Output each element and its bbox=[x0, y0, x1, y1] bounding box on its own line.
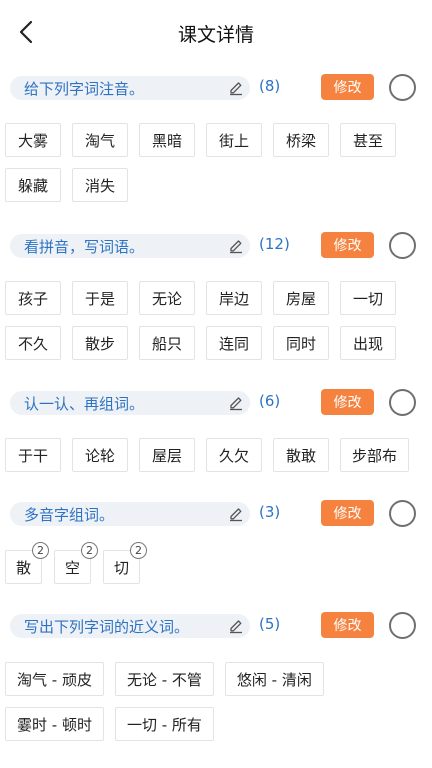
section-title-pill[interactable]: 认一认、再组词。 bbox=[10, 391, 250, 415]
section-title-pill[interactable]: 写出下列字词的近义词。 bbox=[10, 614, 250, 638]
reading-count-badge: 2 bbox=[32, 542, 49, 559]
pencil-icon[interactable] bbox=[228, 395, 244, 411]
word-chip[interactable]: 散步 bbox=[72, 326, 128, 360]
pencil-icon[interactable] bbox=[228, 80, 244, 96]
synonym-chip[interactable]: 淘气 - 顽皮 bbox=[5, 662, 104, 696]
section-header: 认一认、再组词。 (6) 修改 bbox=[0, 389, 432, 419]
section-header: 给下列字词注音。 (8) 修改 bbox=[0, 74, 432, 104]
word-chip[interactable]: 淘气 bbox=[72, 123, 128, 157]
edit-button[interactable]: 修改 bbox=[321, 612, 374, 638]
item-count: (5) bbox=[259, 615, 281, 633]
select-radio[interactable] bbox=[389, 612, 416, 639]
word-chip[interactable]: 同时 bbox=[273, 326, 329, 360]
polyphonic-list: 散 2 空 2 切 2 bbox=[5, 542, 152, 584]
select-radio[interactable] bbox=[389, 74, 416, 101]
section-title: 多音字组词。 bbox=[24, 506, 115, 524]
pencil-icon[interactable] bbox=[228, 238, 244, 254]
word-chip[interactable]: 街上 bbox=[206, 123, 262, 157]
reading-count-badge: 2 bbox=[81, 542, 98, 559]
pencil-icon[interactable] bbox=[228, 618, 244, 634]
word-chip[interactable]: 久欠 bbox=[206, 438, 262, 472]
section-title-pill[interactable]: 给下列字词注音。 bbox=[10, 76, 250, 100]
word-chip[interactable]: 黑暗 bbox=[139, 123, 195, 157]
page-title: 课文详情 bbox=[177, 24, 254, 46]
polyphonic-chip[interactable]: 切 2 bbox=[103, 542, 147, 584]
edit-button[interactable]: 修改 bbox=[321, 500, 374, 526]
polyphonic-char: 散 bbox=[15, 558, 31, 577]
pencil-icon[interactable] bbox=[228, 506, 244, 522]
word-chip[interactable]: 船只 bbox=[139, 326, 195, 360]
word-chip[interactable]: 论轮 bbox=[72, 438, 128, 472]
edit-button[interactable]: 修改 bbox=[321, 74, 374, 100]
section-pinyin-writing: 看拼音，写词语。 (12) 修改 孩子 于是 无论 岸边 房屋 一切 不久 散步… bbox=[0, 232, 432, 360]
word-chip[interactable]: 出现 bbox=[340, 326, 396, 360]
word-chip[interactable]: 躲藏 bbox=[5, 168, 61, 202]
word-chip[interactable]: 消失 bbox=[72, 168, 128, 202]
item-count: (8) bbox=[259, 77, 281, 95]
word-chip[interactable]: 孩子 bbox=[5, 281, 61, 315]
polyphonic-char: 切 bbox=[113, 558, 129, 577]
synonym-chip[interactable]: 一切 - 所有 bbox=[114, 707, 214, 741]
word-chip[interactable]: 于干 bbox=[5, 438, 61, 472]
reading-count-badge: 2 bbox=[130, 542, 147, 559]
word-chip[interactable]: 于是 bbox=[72, 281, 128, 315]
select-radio[interactable] bbox=[389, 500, 416, 527]
word-chip[interactable]: 无论 bbox=[139, 281, 195, 315]
item-count: (12) bbox=[259, 235, 290, 253]
select-radio[interactable] bbox=[389, 232, 416, 259]
word-list: 于干 论轮 屋层 久欠 散敢 步部布 bbox=[5, 438, 425, 483]
header: 课文详情 bbox=[0, 0, 432, 64]
section-title: 认一认、再组词。 bbox=[24, 395, 145, 413]
section-recognize: 认一认、再组词。 (6) 修改 于干 论轮 屋层 久欠 散敢 步部布 bbox=[0, 389, 432, 472]
word-chip[interactable]: 不久 bbox=[5, 326, 61, 360]
section-header: 多音字组词。 (3) 修改 bbox=[0, 500, 432, 530]
polyphonic-chip[interactable]: 空 2 bbox=[54, 542, 98, 584]
word-chip[interactable]: 一切 bbox=[340, 281, 396, 315]
word-chip[interactable]: 散敢 bbox=[273, 438, 329, 472]
section-header: 看拼音，写词语。 (12) 修改 bbox=[0, 232, 432, 262]
edit-button[interactable]: 修改 bbox=[321, 389, 374, 415]
section-header: 写出下列字词的近义词。 (5) 修改 bbox=[0, 612, 432, 642]
section-phonetic: 给下列字词注音。 (8) 修改 大雾 淘气 黑暗 街上 桥梁 甚至 躲藏 消失 bbox=[0, 74, 432, 202]
word-chip[interactable]: 岸边 bbox=[206, 281, 262, 315]
word-chip[interactable]: 桥梁 bbox=[273, 123, 329, 157]
synonym-chip[interactable]: 霎时 - 顿时 bbox=[5, 707, 104, 741]
word-chip[interactable]: 大雾 bbox=[5, 123, 61, 157]
word-chip[interactable]: 房屋 bbox=[273, 281, 329, 315]
word-list: 大雾 淘气 黑暗 街上 桥梁 甚至 躲藏 消失 bbox=[5, 123, 425, 213]
section-polyphonic: 多音字组词。 (3) 修改 散 2 空 2 切 2 bbox=[0, 500, 432, 584]
section-title: 看拼音，写词语。 bbox=[24, 238, 145, 256]
section-title: 写出下列字词的近义词。 bbox=[24, 618, 190, 636]
synonym-chip[interactable]: 无论 - 不管 bbox=[114, 662, 214, 696]
select-radio[interactable] bbox=[389, 389, 416, 416]
word-chip[interactable]: 屋层 bbox=[139, 438, 195, 472]
section-title-pill[interactable]: 多音字组词。 bbox=[10, 502, 250, 526]
section-synonyms: 写出下列字词的近义词。 (5) 修改 淘气 - 顽皮 无论 - 不管 悠闲 - … bbox=[0, 612, 432, 741]
synonym-list: 淘气 - 顽皮 无论 - 不管 悠闲 - 清闲 霎时 - 顿时 一切 - 所有 bbox=[5, 662, 425, 752]
item-count: (3) bbox=[259, 503, 281, 521]
polyphonic-char: 空 bbox=[64, 558, 80, 577]
item-count: (6) bbox=[259, 392, 281, 410]
polyphonic-chip[interactable]: 散 2 bbox=[5, 542, 49, 584]
synonym-chip[interactable]: 悠闲 - 清闲 bbox=[224, 662, 324, 696]
word-list: 孩子 于是 无论 岸边 房屋 一切 不久 散步 船只 连同 同时 出现 bbox=[5, 281, 425, 371]
section-title-pill[interactable]: 看拼音，写词语。 bbox=[10, 234, 250, 258]
word-chip[interactable]: 连同 bbox=[206, 326, 262, 360]
word-chip[interactable]: 甚至 bbox=[340, 123, 396, 157]
section-title: 给下列字词注音。 bbox=[24, 80, 145, 98]
edit-button[interactable]: 修改 bbox=[321, 232, 374, 258]
word-chip[interactable]: 步部布 bbox=[340, 438, 409, 472]
